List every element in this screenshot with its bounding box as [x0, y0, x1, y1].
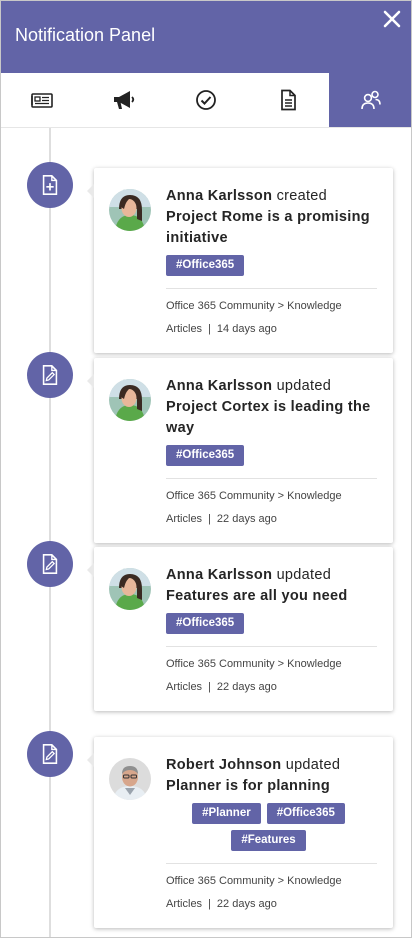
tab-tasks[interactable]: [165, 73, 247, 127]
meta-info: Office 365 Community > Knowledge Article…: [166, 864, 377, 928]
notification-message: Anna Karlsson updated Project Cortex is …: [166, 376, 377, 439]
avatar: [109, 758, 151, 800]
meta-info: Office 365 Community > Knowledge Article…: [166, 289, 377, 353]
tag-list: #Office365: [166, 255, 377, 282]
meta-separator: |: [208, 681, 211, 693]
panel-header: Notification Panel: [1, 1, 411, 73]
article-link[interactable]: Project Cortex is leading the way: [166, 399, 371, 436]
timeline-marker: [27, 352, 73, 398]
meta-separator: |: [208, 898, 211, 910]
notification-card[interactable]: Anna Karlsson created Project Rome is a …: [87, 168, 393, 353]
meta-separator: |: [208, 513, 211, 525]
action-text: updated: [281, 757, 341, 773]
notification-card[interactable]: Robert Johnson updated Planner is for pl…: [87, 737, 393, 928]
notification-message: Anna Karlsson updated Features are all y…: [166, 565, 377, 607]
notification-card[interactable]: Anna Karlsson updated Features are all y…: [87, 547, 393, 711]
avatar: [109, 379, 151, 421]
timeline-marker: [27, 731, 73, 777]
user-name: Robert Johnson: [166, 757, 282, 773]
tag-badge[interactable]: #Features: [231, 830, 306, 851]
edit-document-icon: [42, 744, 58, 764]
megaphone-icon: [114, 91, 135, 109]
add-document-icon: [42, 175, 58, 195]
tab-announcements[interactable]: [83, 73, 165, 127]
meta-info: Office 365 Community > Knowledge Article…: [166, 479, 377, 543]
meta-info: Office 365 Community > Knowledge Article…: [166, 647, 377, 711]
notification-message: Anna Karlsson created Project Rome is a …: [166, 186, 377, 249]
news-icon: [31, 93, 53, 108]
timestamp: 22 days ago: [216, 681, 277, 693]
document-icon: [281, 89, 296, 111]
article-link[interactable]: Features are all you need: [166, 588, 348, 604]
tag-badge[interactable]: #Office365: [166, 613, 245, 634]
action-text: updated: [272, 567, 332, 583]
meta-separator: |: [208, 323, 211, 335]
avatar: [109, 568, 151, 610]
tag-badge[interactable]: #Office365: [266, 803, 345, 824]
close-icon[interactable]: [383, 9, 401, 33]
user-name: Anna Karlsson: [166, 188, 273, 204]
tab-people[interactable]: [329, 73, 411, 127]
timeline-marker: [27, 541, 73, 587]
notification-panel: Notification Panel Anna Karlsson created…: [0, 0, 412, 938]
user-name: Anna Karlsson: [166, 378, 273, 394]
avatar: [109, 189, 151, 231]
article-link[interactable]: Planner is for planning: [166, 778, 330, 794]
timestamp: 22 days ago: [216, 513, 277, 525]
user-name: Anna Karlsson: [166, 567, 273, 583]
tab-news[interactable]: [1, 73, 83, 127]
notification-message: Robert Johnson updated Planner is for pl…: [166, 755, 377, 797]
article-link[interactable]: Project Rome is a promising initiative: [166, 209, 370, 246]
panel-title: Notification Panel: [15, 25, 156, 45]
tag-list: #Planner #Office365 #Features: [166, 803, 377, 857]
timestamp: 22 days ago: [216, 898, 277, 910]
tag-badge[interactable]: #Planner: [192, 803, 261, 824]
action-text: updated: [272, 378, 332, 394]
timeline-marker: [27, 162, 73, 208]
timeline-line: [49, 128, 51, 937]
edit-document-icon: [42, 554, 58, 574]
timestamp: 14 days ago: [216, 323, 277, 335]
tag-badge[interactable]: #Office365: [166, 445, 245, 466]
notification-list: Anna Karlsson created Project Rome is a …: [1, 128, 411, 937]
tab-documents[interactable]: [247, 73, 329, 127]
tag-badge[interactable]: #Office365: [166, 255, 245, 276]
tab-bar: [1, 73, 411, 128]
people-icon: [361, 90, 381, 110]
edit-document-icon: [42, 365, 58, 385]
check-circle-icon: [196, 90, 216, 110]
tag-list: #Office365: [166, 613, 377, 640]
tag-list: #Office365: [166, 445, 377, 472]
notification-card[interactable]: Anna Karlsson updated Project Cortex is …: [87, 358, 393, 543]
action-text: created: [272, 188, 328, 204]
